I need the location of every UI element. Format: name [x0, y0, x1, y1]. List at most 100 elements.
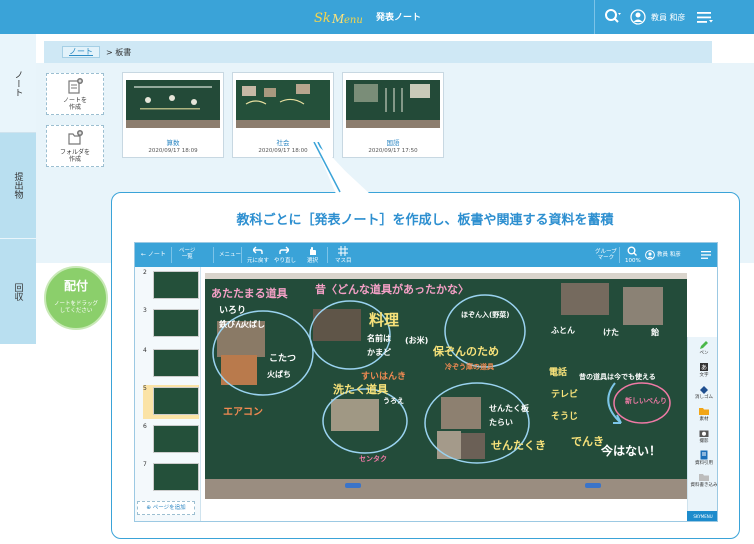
board-far-right: 電話: [549, 366, 567, 378]
create-folder-label: フォルダを 作成: [59, 149, 90, 163]
note-date: 2020/09/17 18:09: [148, 148, 198, 154]
quote-material-tool[interactable]: 資料引用: [690, 449, 717, 469]
page-preview: [153, 271, 199, 299]
material-tool[interactable]: 素材: [690, 405, 717, 425]
board-center-bottom-item: せんたくき: [491, 439, 546, 452]
page-preview: [153, 463, 199, 491]
board-left-item: 火ばち: [267, 369, 291, 379]
board-center-item: 名前は: [367, 333, 391, 343]
distribute-label: 配付: [63, 279, 88, 293]
tab-collect[interactable]: 回収: [0, 238, 36, 344]
new-folder-icon: [68, 130, 83, 145]
note-title: 算数: [166, 139, 180, 147]
folder-icon: [699, 408, 709, 415]
menu-button[interactable]: メニュー: [219, 252, 241, 258]
grid-icon[interactable]: [338, 246, 348, 256]
page-number: 5: [143, 385, 147, 392]
board-right-item: 保ぞんのため: [432, 344, 499, 358]
board-far-right: 飴: [650, 327, 659, 337]
pen-tool[interactable]: ペン: [690, 339, 717, 359]
breadcrumb-separator: >: [106, 48, 113, 57]
board-heading: 昔〈どんな道具があったかな〉: [315, 282, 469, 296]
breadcrumb-current: > 板書: [106, 47, 131, 58]
user-avatar-icon[interactable]: [630, 9, 646, 25]
toolbar-divider: [327, 247, 328, 263]
distribute-drop-target[interactable]: 配付 ノートをドラッグ してください: [44, 266, 108, 330]
grid-label[interactable]: マス目: [335, 258, 352, 264]
top-bar: Sk M enu 発表ノート 教員 和彦: [0, 0, 754, 34]
user-name[interactable]: 教員 和彦: [651, 12, 686, 23]
camera-tool[interactable]: 撮影: [690, 427, 717, 447]
text-icon: あ: [700, 363, 708, 372]
blackboard-canvas[interactable]: あたたまる道具 昔〈どんな道具があったかな〉 いろり 鉄びん 火ばし こたつ 火…: [205, 273, 687, 499]
sidebar: ノート 提出物 回収: [0, 34, 36, 344]
tool-label: 資料引用: [695, 461, 713, 466]
search-icon[interactable]: [604, 8, 622, 26]
eraser-icon: [700, 386, 708, 394]
board-center-title: 料理: [369, 311, 399, 329]
undo-icon[interactable]: [253, 246, 263, 255]
page-number: 3: [143, 307, 147, 314]
board-right-title: ほぞん入(野菜): [461, 310, 509, 319]
topbar-divider: [594, 0, 595, 34]
page-thumbnail[interactable]: 6: [143, 423, 199, 457]
tab-note[interactable]: ノート: [0, 34, 36, 132]
board-left-item: 鉄びん: [219, 319, 243, 329]
tool-palette: ペン あ 文字 消しゴム 素材 撮影 資料引用 資料書き込み: [687, 337, 718, 521]
page-thumbnail[interactable]: 7: [143, 461, 199, 495]
tool-label: 資料書き込み: [690, 483, 718, 488]
board-center-bottom-title: 洗たく道具: [333, 382, 388, 396]
redo-icon[interactable]: [279, 246, 289, 255]
breadcrumb-current-label: 板書: [115, 48, 132, 57]
toolbar-divider: [241, 247, 242, 263]
document-icon: [700, 450, 708, 460]
folder-icon: [699, 474, 709, 481]
tool-label: 素材: [699, 417, 709, 422]
redo-label[interactable]: やり直し: [274, 258, 296, 264]
user-avatar-icon[interactable]: [645, 250, 655, 260]
note-thumbnail: [346, 76, 440, 128]
select-label[interactable]: 選択: [307, 258, 318, 264]
page-thumbnail[interactable]: 4: [143, 347, 199, 381]
group-mark-button[interactable]: グループ マーク: [595, 249, 617, 261]
editor-toolbar: ← ノート ページ 一覧 メニュー 元に戻す やり直し 選択 マス目 グループ …: [135, 243, 717, 267]
eraser-tool[interactable]: 消しゴム: [690, 383, 717, 403]
add-page-button[interactable]: ⊕ ページを追加: [137, 501, 195, 515]
undo-label[interactable]: 元に戻す: [247, 258, 269, 264]
svg-text:M: M: [331, 12, 345, 26]
board-center-item: (お米): [405, 335, 428, 345]
note-card-math[interactable]: 算数 2020/09/17 18:09: [122, 72, 224, 158]
svg-text:enu: enu: [344, 15, 363, 26]
back-to-notes-button[interactable]: ← ノート: [141, 252, 166, 258]
zoom-icon[interactable]: [627, 246, 639, 257]
app-title: 発表ノート: [376, 13, 422, 23]
create-folder-button[interactable]: フォルダを 作成: [46, 125, 104, 167]
user-name[interactable]: 教員 和彦: [657, 252, 681, 258]
note-editor-window: ← ノート ページ 一覧 メニュー 元に戻す やり直し 選択 マス目 グループ …: [134, 242, 718, 522]
tool-label: 撮影: [699, 439, 709, 444]
board-center-bottom-item: たらい: [489, 417, 513, 427]
page-number: 4: [143, 347, 147, 354]
annotate-material-tool[interactable]: 資料書き込み: [690, 471, 718, 491]
toolbar-divider: [171, 247, 172, 263]
callout-pointer: [313, 142, 370, 194]
skymenu-logo: Sk M enu: [314, 11, 363, 26]
text-tool[interactable]: あ 文字: [690, 361, 717, 381]
page-list-button[interactable]: ページ 一覧: [179, 248, 195, 260]
board-center-bottom-item: せんたく板: [489, 403, 530, 413]
create-note-button[interactable]: ノートを 作成: [46, 73, 104, 115]
hamburger-menu-icon[interactable]: [696, 9, 714, 25]
board-far-right: ふとん: [551, 326, 575, 335]
tab-submissions[interactable]: 提出物: [0, 132, 36, 238]
tool-label: ペン: [699, 351, 709, 356]
page-thumbnail[interactable]: 3: [143, 307, 199, 341]
board-left-item: 火ばし: [241, 319, 265, 329]
hamburger-menu-icon[interactable]: [701, 250, 713, 260]
breadcrumb-root-link[interactable]: ノート: [62, 46, 100, 58]
select-hand-icon[interactable]: [307, 246, 317, 256]
tool-label: 消しゴム: [695, 395, 713, 400]
page-thumbnail-selected[interactable]: 5: [143, 385, 199, 419]
page-thumbnail[interactable]: 2: [143, 269, 199, 303]
page-thumbnail-list: 2 3 4 5 6 7: [135, 267, 201, 521]
tool-label: 文字: [699, 373, 709, 378]
